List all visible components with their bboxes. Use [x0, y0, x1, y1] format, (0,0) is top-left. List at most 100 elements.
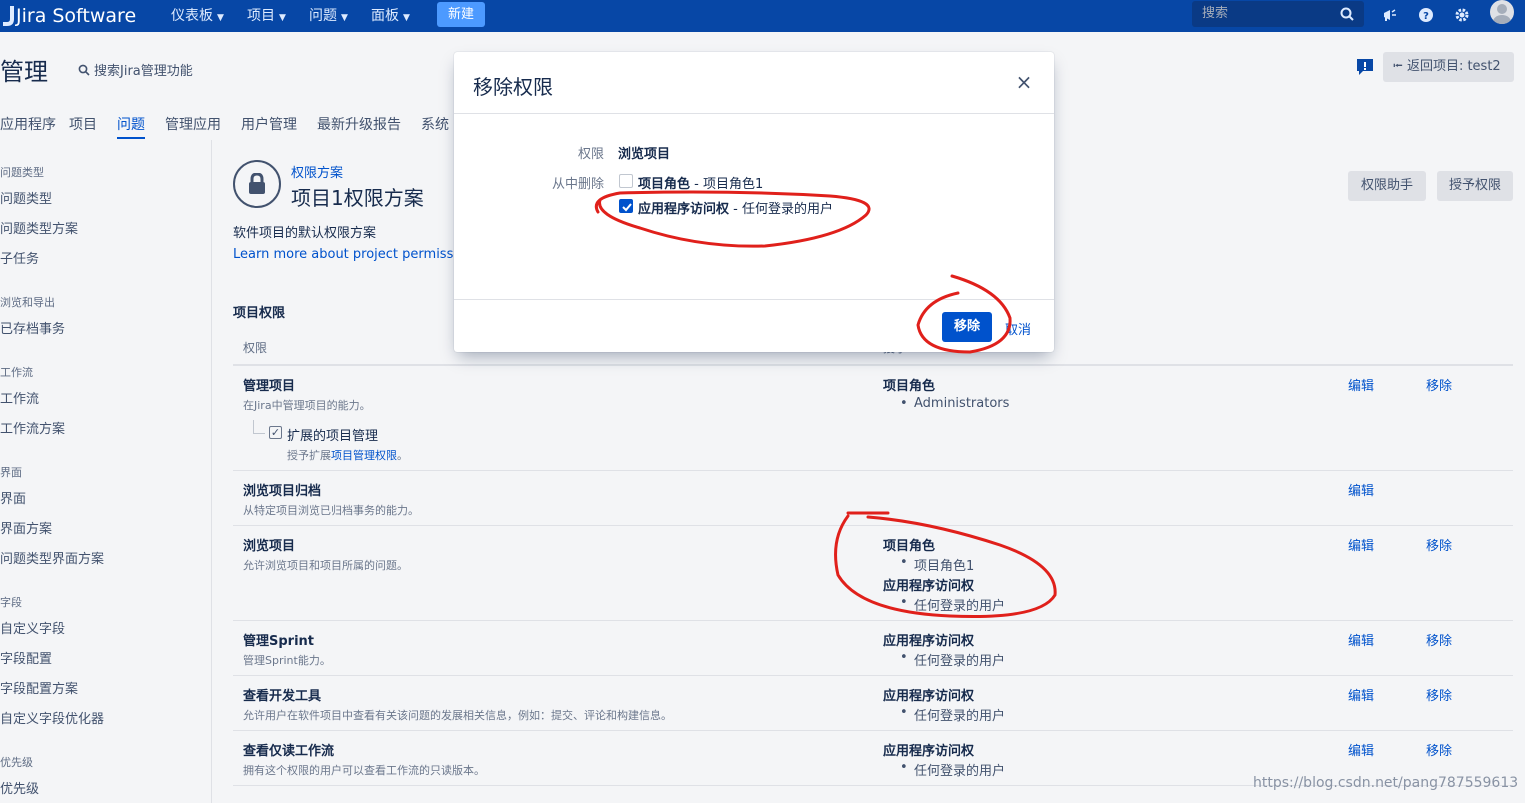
- lock-icon: [249, 173, 265, 194]
- sidebar-item-issue-type-schemes[interactable]: 问题类型方案: [0, 218, 78, 237]
- grant-type: 项目角色: [883, 539, 936, 554]
- option-value: - 项目角色1: [690, 177, 764, 192]
- permission-description: 允许浏览项目和项目所属的问题。: [243, 559, 408, 572]
- project-role-option-label[interactable]: 项目角色 - 项目角色1: [638, 173, 763, 192]
- grant-entry: 任何登录的用户: [900, 595, 1005, 614]
- sidebar-item-screen-schemes[interactable]: 界面方案: [0, 518, 52, 537]
- remove-link[interactable]: 移除: [1426, 535, 1452, 554]
- create-button[interactable]: 新建: [437, 2, 485, 27]
- sidebar-item-workflow-schemes[interactable]: 工作流方案: [0, 418, 65, 437]
- admin-search-link[interactable]: 搜索Jira管理功能: [78, 60, 193, 79]
- section-title: 项目权限: [233, 306, 286, 321]
- tab-projects[interactable]: 项目: [69, 114, 97, 134]
- remove-from-label: 从中删除: [551, 177, 604, 192]
- edit-link[interactable]: 编辑: [1348, 740, 1374, 759]
- close-icon[interactable]: ×: [1014, 72, 1034, 92]
- option-type: 项目角色: [638, 177, 691, 192]
- edit-link[interactable]: 编辑: [1348, 630, 1374, 649]
- grant-entry: 任何登录的用户: [900, 650, 1005, 669]
- search-icon[interactable]: [1340, 7, 1354, 21]
- learn-more-link[interactable]: Learn more about project permissions: [233, 247, 454, 262]
- grant-type: 项目角色: [883, 379, 936, 394]
- checked-icon: ✓: [269, 426, 282, 439]
- checkmark-icon: [622, 203, 632, 212]
- sidebar-item-subtasks[interactable]: 子任务: [0, 248, 39, 267]
- scheme-title: 项目1权限方案: [291, 186, 424, 210]
- nav-boards[interactable]: 面板 ▼: [371, 0, 410, 32]
- sidebar-item-workflows[interactable]: 工作流: [0, 388, 39, 407]
- row-divider: [233, 525, 1513, 526]
- application-access-option-label[interactable]: 应用程序访问权 - 任何登录的用户: [638, 198, 833, 217]
- nav-label: 问题: [309, 8, 337, 24]
- row-divider: [233, 675, 1513, 676]
- edit-link[interactable]: 编辑: [1348, 480, 1374, 499]
- row-divider: [233, 620, 1513, 621]
- sidebar-section: 浏览和导出: [0, 296, 55, 309]
- tab-user-management[interactable]: 用户管理: [241, 114, 297, 134]
- project-role-checkbox[interactable]: [619, 174, 633, 188]
- permission-helper-button[interactable]: 权限助手: [1348, 171, 1426, 201]
- remove-button[interactable]: 移除: [942, 312, 992, 342]
- help-icon[interactable]: ?: [1416, 5, 1436, 25]
- edit-link[interactable]: 编辑: [1348, 375, 1374, 394]
- admin-sidebar: 问题类型 问题类型 问题类型方案 子任务 浏览和导出 已存档事务 工作流 工作流…: [0, 140, 212, 803]
- sidebar-section: 优先级: [0, 756, 33, 769]
- grant-permission-button[interactable]: 授予权限: [1437, 171, 1513, 201]
- extended-permission-label: 扩展的项目管理: [287, 429, 379, 444]
- tab-issues[interactable]: 问题: [117, 114, 145, 134]
- feedback-icon[interactable]: [1356, 58, 1374, 80]
- permission-value: 浏览项目: [618, 147, 671, 162]
- megaphone-icon[interactable]: [1380, 5, 1400, 25]
- search-input[interactable]: 搜索: [1192, 1, 1364, 27]
- tab-upgrade-report[interactable]: 最新升级报告: [317, 114, 401, 134]
- edit-link[interactable]: 编辑: [1348, 685, 1374, 704]
- application-access-checkbox[interactable]: [619, 199, 633, 213]
- sidebar-item-archived-issues[interactable]: 已存档事务: [0, 318, 65, 337]
- remove-link[interactable]: 移除: [1426, 740, 1452, 759]
- sidebar-section: 问题类型: [0, 166, 44, 179]
- table-header-divider: [233, 364, 1513, 366]
- permission-name: 浏览项目: [243, 539, 296, 554]
- search-icon: [78, 64, 90, 76]
- permission-description: 允许用户在软件项目中查看有关该问题的发展相关信息，例如：提交、评论和构建信息。: [243, 709, 672, 722]
- scheme-avatar: [233, 160, 281, 208]
- permission-name: 管理Sprint: [243, 634, 315, 649]
- sidebar-item-priorities[interactable]: 优先级: [0, 778, 39, 797]
- option-type: 应用程序访问权: [638, 202, 730, 217]
- extended-permission-description: 授予扩展项目管理权限。: [287, 447, 408, 463]
- sidebar-item-field-configurations[interactable]: 字段配置: [0, 648, 52, 667]
- remove-link[interactable]: 移除: [1426, 685, 1452, 704]
- sidebar-section: 界面: [0, 466, 22, 479]
- tab-system[interactable]: 系统: [421, 114, 449, 134]
- sidebar-item-issue-type-screen-schemes[interactable]: 问题类型界面方案: [0, 548, 104, 567]
- permission-name: 查看仅读工作流: [243, 744, 335, 759]
- grant-entry: Administrators: [900, 396, 1009, 411]
- sidebar-item-screens[interactable]: 界面: [0, 488, 26, 507]
- breadcrumb-permission-schemes[interactable]: 权限方案: [291, 162, 343, 181]
- cancel-button[interactable]: 取消: [1005, 319, 1031, 338]
- row-divider: [233, 470, 1513, 471]
- extended-permission-link[interactable]: 项目管理权限: [331, 449, 397, 462]
- sidebar-item-custom-fields[interactable]: 自定义字段: [0, 618, 65, 637]
- sidebar-item-custom-field-optimizer[interactable]: 自定义字段优化器: [0, 708, 104, 727]
- nav-label: 面板: [371, 8, 399, 24]
- nav-label: 项目: [247, 8, 275, 24]
- gear-icon[interactable]: [1452, 5, 1472, 25]
- nav-issues[interactable]: 问题 ▼: [309, 0, 348, 32]
- edit-link[interactable]: 编辑: [1348, 535, 1374, 554]
- permission-description: 从特定项目浏览已归档事务的能力。: [243, 504, 419, 517]
- back-to-project-button[interactable]: ⭰ 返回项目: test2: [1383, 52, 1514, 82]
- user-avatar[interactable]: [1490, 0, 1514, 24]
- nav-dashboards[interactable]: 仪表板 ▼: [171, 0, 224, 32]
- dialog-header-divider: [454, 113, 1054, 114]
- remove-link[interactable]: 移除: [1426, 375, 1452, 394]
- extended-desc-prefix: 授予扩展: [287, 449, 331, 462]
- grant-type: 应用程序访问权: [883, 579, 975, 594]
- nav-projects[interactable]: 项目 ▼: [247, 0, 286, 32]
- tab-manage-apps[interactable]: 管理应用: [165, 114, 221, 134]
- jira-logo[interactable]: Jira Software: [0, 0, 136, 32]
- tab-applications[interactable]: 应用程序: [0, 114, 56, 134]
- remove-link[interactable]: 移除: [1426, 630, 1452, 649]
- sidebar-item-issue-types[interactable]: 问题类型: [0, 188, 52, 207]
- sidebar-item-field-configuration-schemes[interactable]: 字段配置方案: [0, 678, 78, 697]
